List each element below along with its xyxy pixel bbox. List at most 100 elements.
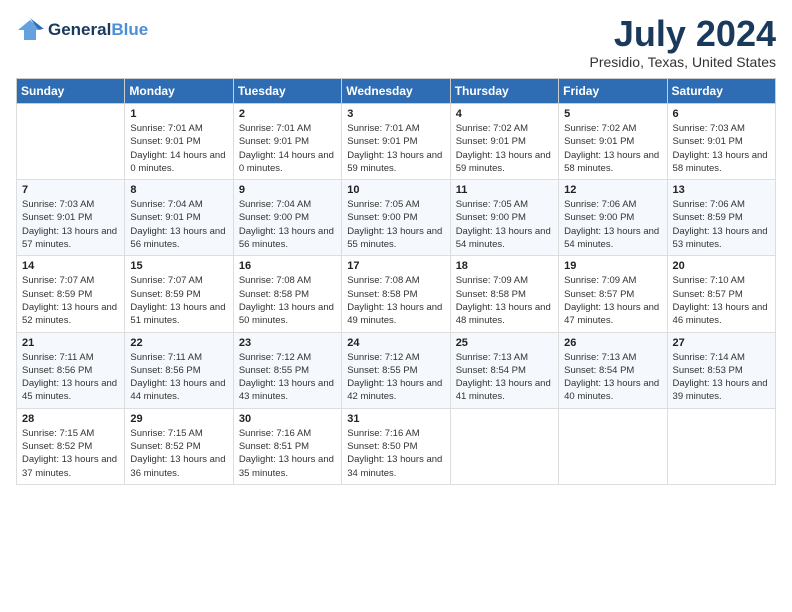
day-info: Sunrise: 7:07 AMSunset: 8:59 PMDaylight:… <box>22 274 119 327</box>
table-row: 13 Sunrise: 7:06 AMSunset: 8:59 PMDaylig… <box>667 180 775 256</box>
location: Presidio, Texas, United States <box>589 54 776 70</box>
table-row: 16 Sunrise: 7:08 AMSunset: 8:58 PMDaylig… <box>233 256 341 332</box>
day-number: 13 <box>673 184 770 196</box>
day-info: Sunrise: 7:12 AMSunset: 8:55 PMDaylight:… <box>347 351 444 404</box>
table-row: 11 Sunrise: 7:05 AMSunset: 9:00 PMDaylig… <box>450 180 558 256</box>
table-row: 22 Sunrise: 7:11 AMSunset: 8:56 PMDaylig… <box>125 332 233 408</box>
calendar-week-row: 14 Sunrise: 7:07 AMSunset: 8:59 PMDaylig… <box>17 256 776 332</box>
title-block: July 2024 Presidio, Texas, United States <box>589 16 776 70</box>
col-thursday: Thursday <box>450 79 558 104</box>
day-number: 28 <box>22 413 119 425</box>
table-row <box>450 408 558 484</box>
day-number: 1 <box>130 108 227 120</box>
day-number: 14 <box>22 260 119 272</box>
day-info: Sunrise: 7:16 AMSunset: 8:51 PMDaylight:… <box>239 427 336 480</box>
calendar-header-row: Sunday Monday Tuesday Wednesday Thursday… <box>17 79 776 104</box>
day-info: Sunrise: 7:13 AMSunset: 8:54 PMDaylight:… <box>456 351 553 404</box>
table-row: 30 Sunrise: 7:16 AMSunset: 8:51 PMDaylig… <box>233 408 341 484</box>
day-number: 23 <box>239 337 336 349</box>
table-row: 25 Sunrise: 7:13 AMSunset: 8:54 PMDaylig… <box>450 332 558 408</box>
calendar-week-row: 28 Sunrise: 7:15 AMSunset: 8:52 PMDaylig… <box>17 408 776 484</box>
day-info: Sunrise: 7:11 AMSunset: 8:56 PMDaylight:… <box>130 351 227 404</box>
table-row: 6 Sunrise: 7:03 AMSunset: 9:01 PMDayligh… <box>667 104 775 180</box>
table-row: 17 Sunrise: 7:08 AMSunset: 8:58 PMDaylig… <box>342 256 450 332</box>
day-number: 30 <box>239 413 336 425</box>
col-monday: Monday <box>125 79 233 104</box>
table-row: 28 Sunrise: 7:15 AMSunset: 8:52 PMDaylig… <box>17 408 125 484</box>
day-number: 9 <box>239 184 336 196</box>
day-number: 18 <box>456 260 553 272</box>
calendar-week-row: 7 Sunrise: 7:03 AMSunset: 9:01 PMDayligh… <box>17 180 776 256</box>
table-row: 29 Sunrise: 7:15 AMSunset: 8:52 PMDaylig… <box>125 408 233 484</box>
day-number: 7 <box>22 184 119 196</box>
day-number: 11 <box>456 184 553 196</box>
col-friday: Friday <box>559 79 667 104</box>
table-row <box>559 408 667 484</box>
table-row: 23 Sunrise: 7:12 AMSunset: 8:55 PMDaylig… <box>233 332 341 408</box>
day-info: Sunrise: 7:01 AMSunset: 9:01 PMDaylight:… <box>130 122 227 175</box>
day-number: 8 <box>130 184 227 196</box>
day-info: Sunrise: 7:08 AMSunset: 8:58 PMDaylight:… <box>347 274 444 327</box>
table-row: 5 Sunrise: 7:02 AMSunset: 9:01 PMDayligh… <box>559 104 667 180</box>
day-info: Sunrise: 7:12 AMSunset: 8:55 PMDaylight:… <box>239 351 336 404</box>
day-number: 27 <box>673 337 770 349</box>
col-saturday: Saturday <box>667 79 775 104</box>
day-info: Sunrise: 7:03 AMSunset: 9:01 PMDaylight:… <box>22 198 119 251</box>
table-row: 1 Sunrise: 7:01 AMSunset: 9:01 PMDayligh… <box>125 104 233 180</box>
day-number: 16 <box>239 260 336 272</box>
day-info: Sunrise: 7:04 AMSunset: 9:00 PMDaylight:… <box>239 198 336 251</box>
day-info: Sunrise: 7:01 AMSunset: 9:01 PMDaylight:… <box>347 122 444 175</box>
table-row: 24 Sunrise: 7:12 AMSunset: 8:55 PMDaylig… <box>342 332 450 408</box>
day-number: 6 <box>673 108 770 120</box>
table-row: 18 Sunrise: 7:09 AMSunset: 8:58 PMDaylig… <box>450 256 558 332</box>
table-row: 12 Sunrise: 7:06 AMSunset: 9:00 PMDaylig… <box>559 180 667 256</box>
day-number: 3 <box>347 108 444 120</box>
day-number: 5 <box>564 108 661 120</box>
day-number: 10 <box>347 184 444 196</box>
table-row: 20 Sunrise: 7:10 AMSunset: 8:57 PMDaylig… <box>667 256 775 332</box>
col-tuesday: Tuesday <box>233 79 341 104</box>
day-info: Sunrise: 7:05 AMSunset: 9:00 PMDaylight:… <box>456 198 553 251</box>
day-number: 24 <box>347 337 444 349</box>
col-wednesday: Wednesday <box>342 79 450 104</box>
month-title: July 2024 <box>589 16 776 52</box>
day-info: Sunrise: 7:13 AMSunset: 8:54 PMDaylight:… <box>564 351 661 404</box>
day-info: Sunrise: 7:06 AMSunset: 8:59 PMDaylight:… <box>673 198 770 251</box>
day-info: Sunrise: 7:07 AMSunset: 8:59 PMDaylight:… <box>130 274 227 327</box>
day-number: 19 <box>564 260 661 272</box>
table-row: 2 Sunrise: 7:01 AMSunset: 9:01 PMDayligh… <box>233 104 341 180</box>
table-row: 21 Sunrise: 7:11 AMSunset: 8:56 PMDaylig… <box>17 332 125 408</box>
day-info: Sunrise: 7:09 AMSunset: 8:58 PMDaylight:… <box>456 274 553 327</box>
table-row <box>667 408 775 484</box>
day-info: Sunrise: 7:06 AMSunset: 9:00 PMDaylight:… <box>564 198 661 251</box>
day-number: 25 <box>456 337 553 349</box>
day-number: 2 <box>239 108 336 120</box>
table-row <box>17 104 125 180</box>
day-info: Sunrise: 7:03 AMSunset: 9:01 PMDaylight:… <box>673 122 770 175</box>
day-number: 22 <box>130 337 227 349</box>
day-info: Sunrise: 7:02 AMSunset: 9:01 PMDaylight:… <box>564 122 661 175</box>
day-number: 20 <box>673 260 770 272</box>
day-number: 29 <box>130 413 227 425</box>
table-row: 10 Sunrise: 7:05 AMSunset: 9:00 PMDaylig… <box>342 180 450 256</box>
calendar-week-row: 21 Sunrise: 7:11 AMSunset: 8:56 PMDaylig… <box>17 332 776 408</box>
table-row: 27 Sunrise: 7:14 AMSunset: 8:53 PMDaylig… <box>667 332 775 408</box>
day-number: 31 <box>347 413 444 425</box>
day-info: Sunrise: 7:15 AMSunset: 8:52 PMDaylight:… <box>22 427 119 480</box>
table-row: 9 Sunrise: 7:04 AMSunset: 9:00 PMDayligh… <box>233 180 341 256</box>
col-sunday: Sunday <box>17 79 125 104</box>
logo: GeneralBlue <box>16 16 148 44</box>
table-row: 4 Sunrise: 7:02 AMSunset: 9:01 PMDayligh… <box>450 104 558 180</box>
table-row: 8 Sunrise: 7:04 AMSunset: 9:01 PMDayligh… <box>125 180 233 256</box>
day-number: 12 <box>564 184 661 196</box>
page-header: GeneralBlue July 2024 Presidio, Texas, U… <box>16 16 776 70</box>
day-info: Sunrise: 7:14 AMSunset: 8:53 PMDaylight:… <box>673 351 770 404</box>
day-number: 17 <box>347 260 444 272</box>
logo-text: GeneralBlue <box>48 20 148 40</box>
logo-icon <box>16 16 44 44</box>
calendar-week-row: 1 Sunrise: 7:01 AMSunset: 9:01 PMDayligh… <box>17 104 776 180</box>
table-row: 14 Sunrise: 7:07 AMSunset: 8:59 PMDaylig… <box>17 256 125 332</box>
day-info: Sunrise: 7:01 AMSunset: 9:01 PMDaylight:… <box>239 122 336 175</box>
table-row: 26 Sunrise: 7:13 AMSunset: 8:54 PMDaylig… <box>559 332 667 408</box>
day-number: 21 <box>22 337 119 349</box>
